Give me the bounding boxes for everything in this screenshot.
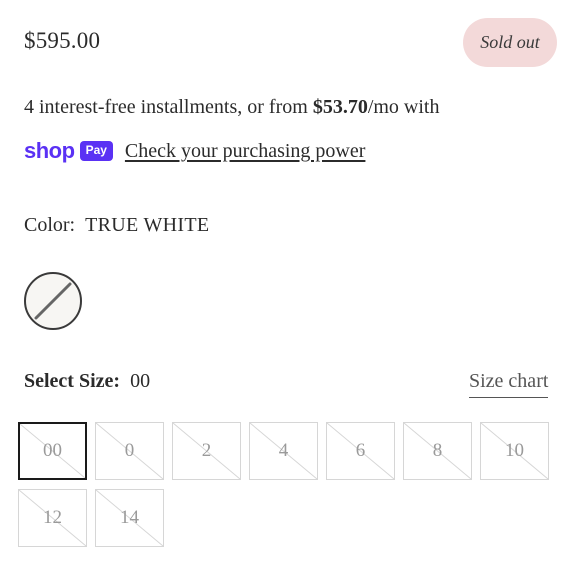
color-value: TRUE WHITE bbox=[85, 214, 210, 236]
size-option-00[interactable]: 00 bbox=[18, 422, 87, 480]
size-option-14[interactable]: 14 bbox=[95, 489, 164, 547]
size-option-12[interactable]: 12 bbox=[18, 489, 87, 547]
size-option-label: 2 bbox=[201, 440, 212, 461]
size-option-8[interactable]: 8 bbox=[403, 422, 472, 480]
size-option-label: 12 bbox=[43, 507, 62, 528]
installments-prefix: 4 interest-free installments, or from bbox=[24, 96, 313, 118]
size-option-10[interactable]: 10 bbox=[480, 422, 549, 480]
color-swatch-true-white[interactable] bbox=[24, 272, 82, 330]
size-selection: Select Size: 00 bbox=[24, 370, 150, 393]
unavailable-slash-icon bbox=[34, 282, 72, 320]
sold-out-badge: Sold out bbox=[463, 18, 557, 67]
size-option-label: 8 bbox=[432, 440, 443, 461]
installments-suffix: /mo with bbox=[367, 96, 440, 118]
product-price: $595.00 bbox=[24, 28, 101, 53]
size-chart-link[interactable]: Size chart bbox=[469, 370, 549, 398]
shop-pay-logo: shop bbox=[24, 138, 75, 163]
color-selection: Color: TRUE WHITE bbox=[24, 214, 209, 237]
size-option-0[interactable]: 0 bbox=[95, 422, 164, 480]
size-option-label: 4 bbox=[278, 440, 289, 461]
installments-amount: $53.70 bbox=[312, 96, 368, 118]
shop-pay-badge: Pay bbox=[79, 141, 113, 161]
installments-text: 4 interest-free installments, or from $5… bbox=[24, 96, 439, 119]
size-option-6[interactable]: 6 bbox=[326, 422, 395, 480]
size-option-label: 10 bbox=[505, 440, 524, 461]
size-option-label: 0 bbox=[124, 440, 135, 461]
size-option-label: 14 bbox=[120, 507, 139, 528]
color-label: Color: bbox=[24, 214, 76, 236]
check-purchasing-power-link[interactable]: Check your purchasing power bbox=[125, 140, 366, 163]
size-option-2[interactable]: 2 bbox=[172, 422, 241, 480]
size-value: 00 bbox=[130, 370, 151, 392]
size-option-label: 00 bbox=[43, 440, 62, 461]
size-label: Select Size: bbox=[24, 370, 121, 392]
shop-pay-row: shop Pay Check your purchasing power bbox=[24, 136, 365, 166]
size-option-label: 6 bbox=[355, 440, 366, 461]
size-option-4[interactable]: 4 bbox=[249, 422, 318, 480]
